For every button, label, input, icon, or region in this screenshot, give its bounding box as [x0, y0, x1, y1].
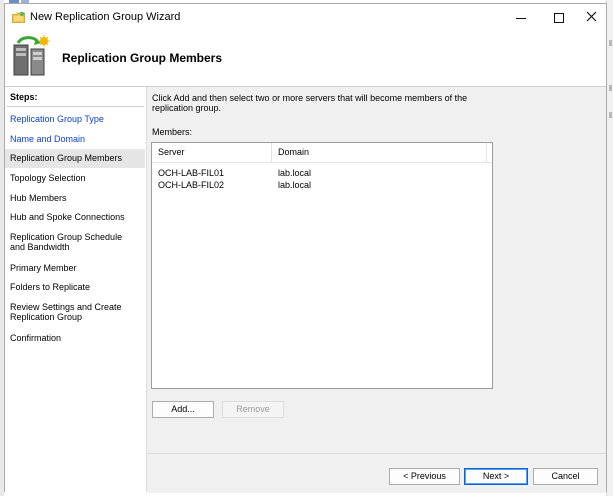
step-schedule-and-bandwidth: Replication Group Schedule and Bandwidth [10, 232, 123, 252]
previous-button[interactable]: < Previous [389, 468, 460, 485]
close-button[interactable] [572, 4, 610, 32]
wizard-footer: < Previous Next > Cancel [147, 453, 606, 493]
server-cell: OCH-LAB-FIL02 [158, 180, 225, 190]
step-folders-to-replicate: Folders to Replicate [10, 282, 91, 292]
step-topology-selection: Topology Selection [10, 173, 86, 183]
wizard-window: New Replication Group Wizard Replication… [4, 3, 607, 493]
title-bar[interactable]: New Replication Group Wizard [5, 4, 606, 32]
background-window-edge [606, 0, 613, 496]
replication-wizard-icon [12, 11, 25, 23]
step-review-settings: Review Settings and Create Replication G… [10, 302, 122, 322]
step-replication-group-members: Replication Group Members [5, 149, 145, 168]
step-confirmation: Confirmation [10, 333, 62, 343]
instruction-text: Click Add and then select two or more se… [152, 93, 468, 113]
page-title: Replication Group Members [62, 51, 223, 65]
wizard-header: Replication Group Members [5, 32, 606, 87]
server-cell: OCH-LAB-FIL01 [158, 168, 225, 178]
step-hub-members: Hub Members [10, 193, 67, 203]
close-icon [586, 11, 597, 25]
step-hub-and-spoke-connections: Hub and Spoke Connections [10, 212, 125, 222]
list-header: Server Domain [152, 143, 492, 163]
members-label: Members: [152, 127, 193, 137]
domain-cell: lab.local [278, 180, 312, 190]
minimize-button[interactable] [502, 4, 540, 32]
maximize-icon [554, 13, 564, 23]
steps-divider [7, 106, 144, 107]
steps-pane: Steps: Replication Group Type Name and D… [5, 87, 147, 492]
members-list[interactable]: Server Domain OCH-LAB-FIL01 lab.local OC… [151, 142, 493, 389]
background-mark [609, 85, 612, 91]
remove-button[interactable]: Remove [222, 401, 284, 418]
domain-cell: lab.local [278, 168, 312, 178]
step-replication-group-type[interactable]: Replication Group Type [5, 114, 145, 124]
background-mark [609, 112, 612, 118]
window-title: New Replication Group Wizard [30, 11, 181, 23]
background-mark [609, 40, 612, 46]
next-button[interactable]: Next > [464, 468, 528, 485]
minimize-icon [516, 17, 526, 19]
column-header-domain[interactable]: Domain [272, 143, 487, 162]
table-row[interactable]: OCH-LAB-FIL01 lab.local [152, 167, 492, 179]
add-button[interactable]: Add... [152, 401, 214, 418]
step-primary-member: Primary Member [10, 263, 77, 273]
cancel-button[interactable]: Cancel [533, 468, 598, 485]
step-name-and-domain[interactable]: Name and Domain [5, 134, 145, 144]
table-row[interactable]: OCH-LAB-FIL02 lab.local [152, 179, 492, 191]
replication-servers-icon [10, 35, 52, 79]
column-header-server[interactable]: Server [152, 143, 272, 162]
steps-heading: Steps: [10, 92, 38, 102]
content-pane: Click Add and then select two or more se… [147, 87, 606, 493]
